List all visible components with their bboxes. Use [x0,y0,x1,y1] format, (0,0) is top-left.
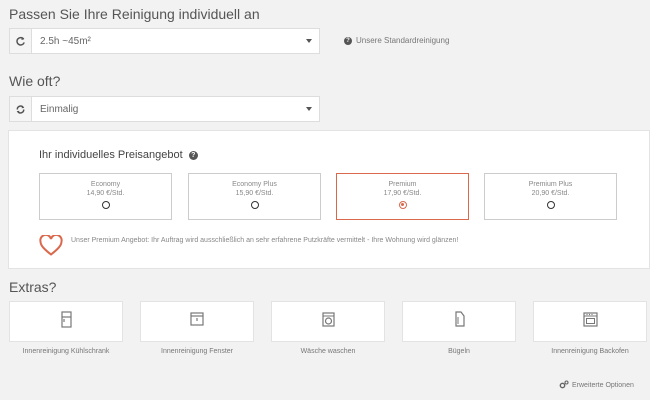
standard-cleaning-label: Unsere Standardreinigung [356,36,450,45]
frequency-select[interactable]: Einmalig [9,96,320,122]
gears-icon [559,380,569,391]
iron-icon [454,311,465,332]
question-icon: ? [344,36,352,45]
plan-name: Premium [388,181,417,188]
advanced-options-label: Erweiterte Optionen [572,382,634,389]
plan-price: 14,90 €/Std. [86,190,125,197]
chevron-down-icon [299,29,319,53]
repeat-icon [10,97,32,121]
advanced-options-link[interactable]: Erweiterte Optionen [559,380,634,391]
duration-value: 2.5h ~45m² [40,35,91,47]
extra-window[interactable] [140,301,254,342]
extra-label: Innenreinigung Fenster [161,348,233,355]
plan-economy[interactable]: Economy 14,90 €/Std. [39,173,172,220]
plan-economy-plus[interactable]: Economy Plus 15,90 €/Std. [188,173,321,220]
extra-label: Innenreinigung Backofen [551,348,629,355]
plan-name: Economy Plus [232,181,277,188]
window-icon [190,312,204,331]
plan-radio[interactable] [250,201,259,209]
frequency-value: Einmalig [40,103,79,115]
chevron-down-icon [299,97,319,121]
plan-name: Premium Plus [528,181,573,188]
plan-price: 20,90 €/Std. [531,190,570,197]
fridge-icon [60,310,72,333]
extra-label: Bügeln [448,348,470,355]
extra-fridge[interactable] [9,301,123,342]
extra-laundry[interactable] [271,301,385,342]
oven-icon [582,311,598,332]
duration-heading: Passen Sie Ihre Reinigung individuell an [9,6,260,22]
plan-name: Economy [90,181,121,188]
plan-radio[interactable] [101,201,110,209]
extras-heading: Extras? [9,279,57,295]
plan-premium[interactable]: Premium 17,90 €/Std. [336,173,469,220]
plan-price: 15,90 €/Std. [235,190,274,197]
plan-radio[interactable] [546,201,555,209]
promo-text: Unser Premium Angebot: Ihr Auftrag wird … [71,237,459,244]
plan-price: 17,90 €/Std. [383,190,422,197]
frequency-heading: Wie oft? [9,73,61,89]
washing-machine-icon [321,311,335,332]
pricing-panel: Ihr individuelles Preisangebot ? Economy… [8,130,650,269]
extra-ironing[interactable] [402,301,516,342]
plan-radio[interactable] [398,201,407,209]
extra-label: Wäsche waschen [300,348,356,355]
refresh-icon [10,29,32,53]
pricing-title: Ihr individuelles Preisangebot ? [39,149,198,161]
duration-select[interactable]: 2.5h ~45m² [9,28,320,54]
question-icon[interactable]: ? [188,150,198,160]
extra-oven[interactable] [533,301,647,342]
pricing-title-text: Ihr individuelles Preisangebot [39,149,183,161]
standard-cleaning-link[interactable]: ? Unsere Standardreinigung [344,36,449,45]
extra-label: Innenreinigung Kühlschrank [22,348,110,355]
plan-premium-plus[interactable]: Premium Plus 20,90 €/Std. [484,173,617,220]
heart-icon [39,233,63,261]
